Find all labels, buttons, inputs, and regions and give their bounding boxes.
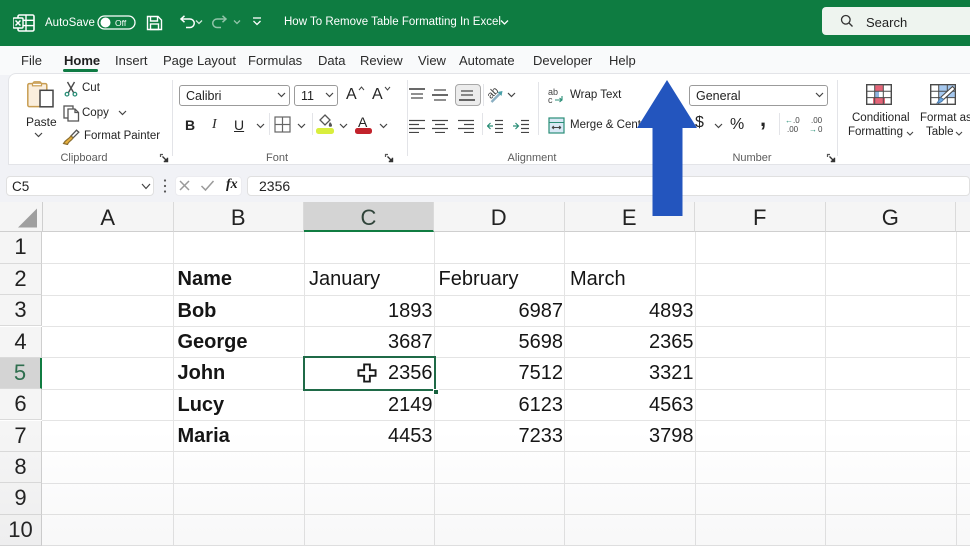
svg-text:0: 0	[818, 125, 823, 133]
svg-text:←: ←	[785, 116, 793, 125]
svg-text:.00: .00	[787, 125, 799, 133]
svg-text:→: →	[809, 125, 817, 133]
svg-text:.0: .0	[793, 116, 800, 125]
svg-text:c: c	[548, 95, 553, 104]
svg-text:.00: .00	[811, 116, 823, 125]
